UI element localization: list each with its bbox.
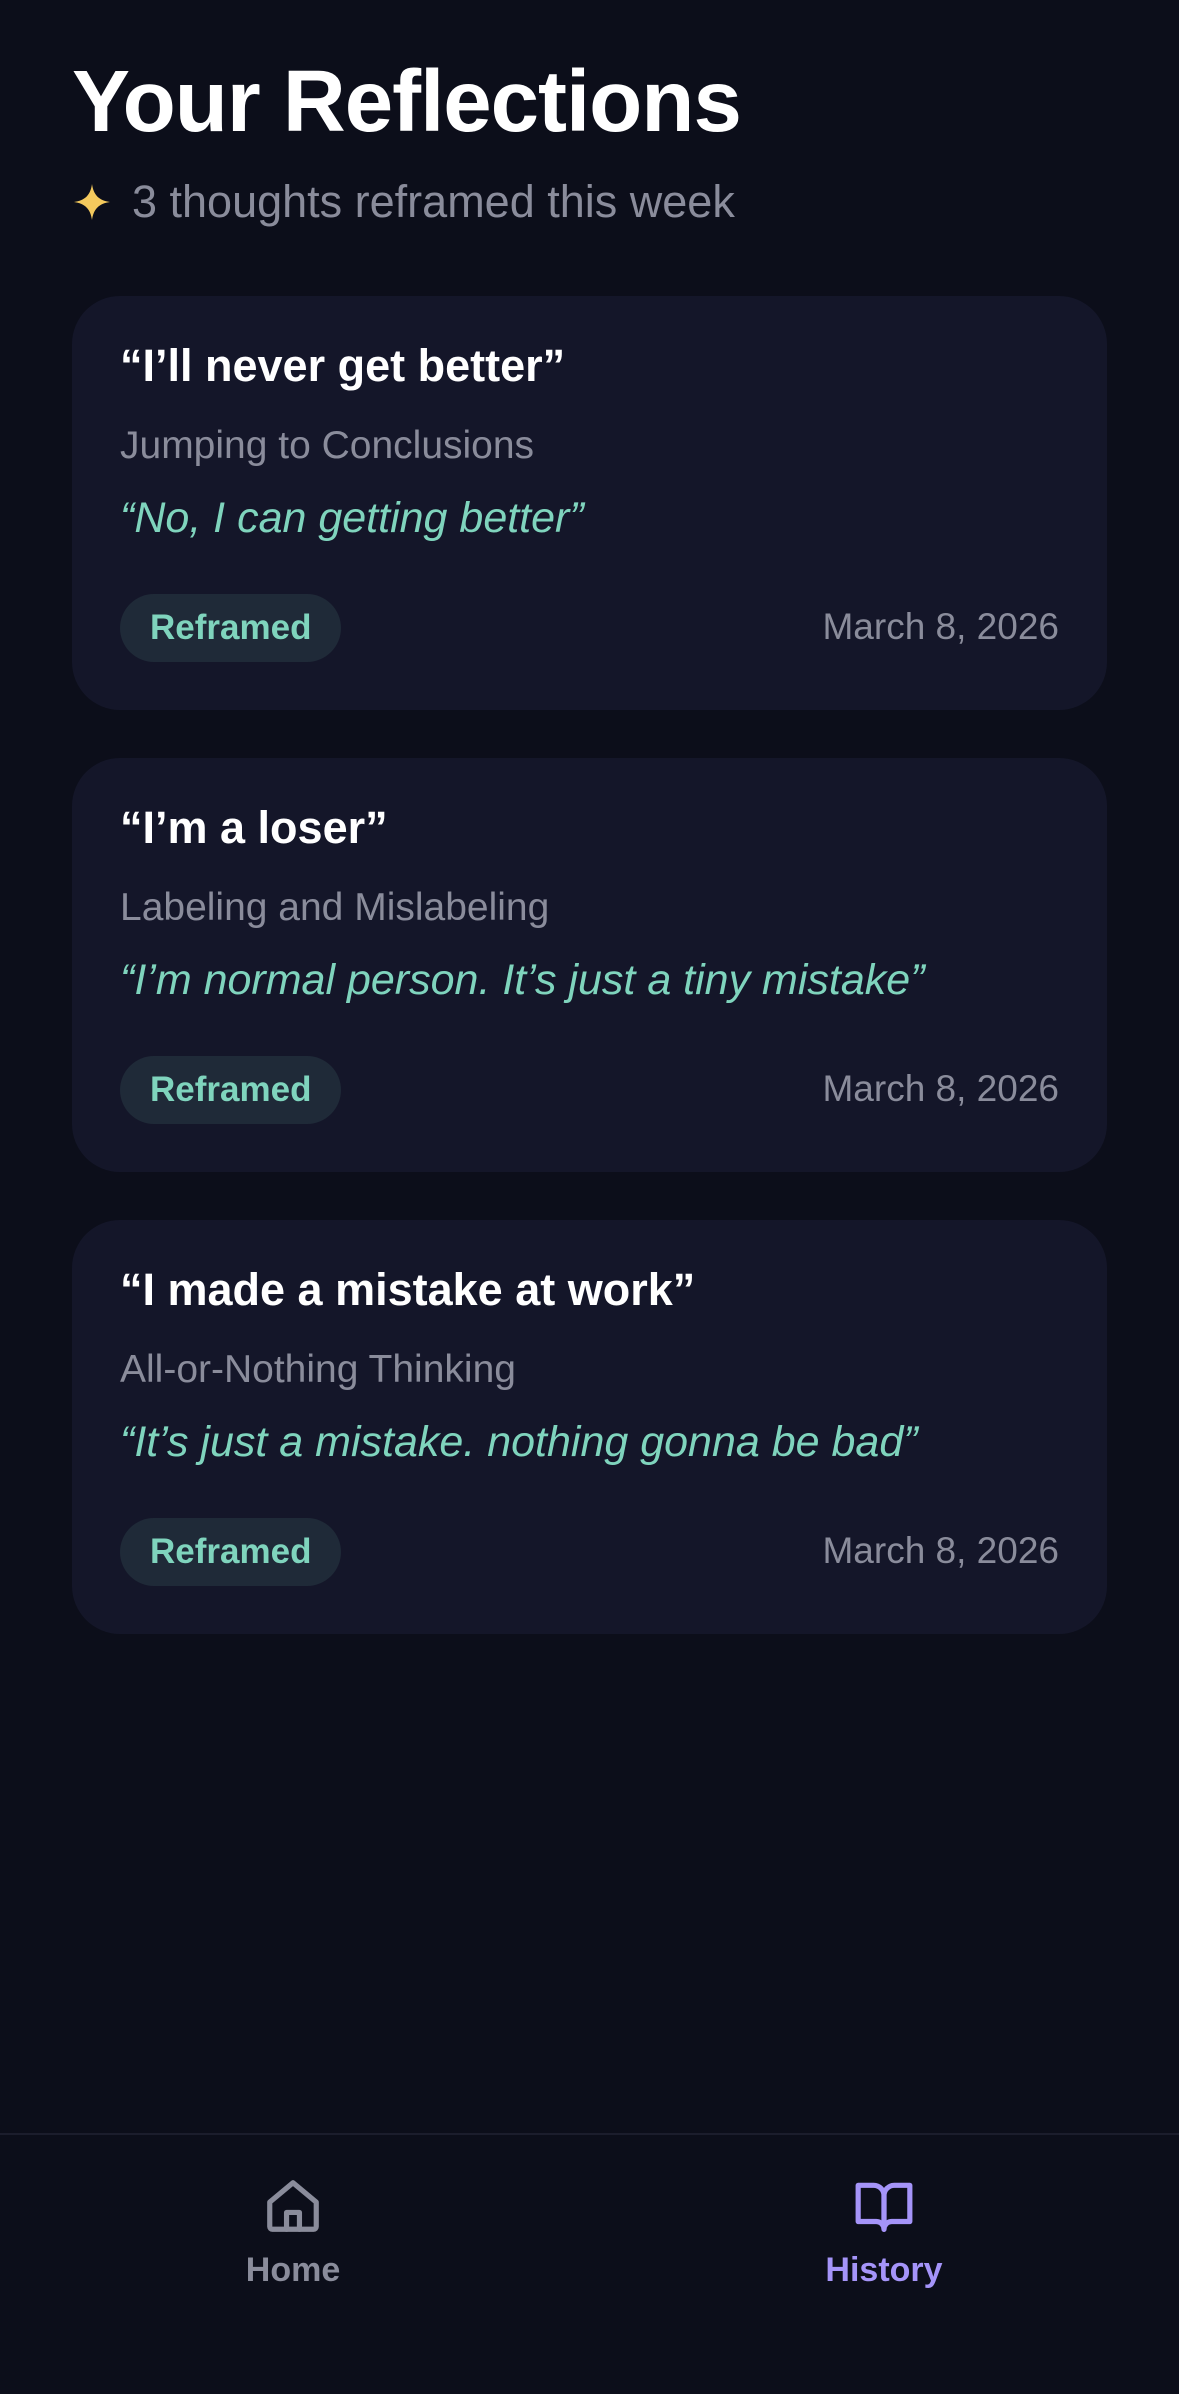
distortion-label: Jumping to Conclusions — [120, 424, 535, 467]
nav-item-history[interactable]: History — [764, 2175, 1004, 2290]
status-badge: Reframed — [120, 1056, 342, 1124]
thought-text: “I’ll never get better” — [120, 340, 566, 391]
nav-item-home[interactable]: Home — [173, 2175, 413, 2290]
bottom-nav: Home History — [0, 2133, 1179, 2394]
reflection-card[interactable]: “I’m a loser” Labeling and Mislabeling “… — [72, 758, 1107, 1172]
page-title: Your Reflections — [72, 53, 742, 150]
thought-text: “I’m a loser” — [120, 802, 388, 853]
home-icon — [267, 2180, 319, 2232]
reframe-text: “It’s just a mistake. nothing gonna be b… — [120, 1418, 918, 1466]
nav-label-history: History — [825, 2251, 943, 2289]
nav-label-home: Home — [245, 2251, 341, 2289]
reframe-text: “No, I can getting better” — [120, 494, 584, 542]
sparkle-icon — [74, 184, 110, 220]
distortion-label: All-or-Nothing Thinking — [120, 1348, 516, 1391]
reframe-text: “I’m normal person. It’s just a tiny mis… — [120, 956, 925, 1004]
reflection-card[interactable]: “I’ll never get better” Jumping to Concl… — [72, 296, 1107, 710]
status-badge: Reframed — [120, 594, 342, 662]
reflection-date: March 8, 2026 — [822, 1068, 1059, 1109]
page-header: Your Reflections 3 thoughts reframed thi… — [72, 48, 1107, 228]
book-icon — [855, 2182, 913, 2232]
week-summary-text: 3 thoughts reframed this week — [132, 176, 735, 227]
status-badge: Reframed — [120, 1518, 342, 1586]
reflection-list: “I’ll never get better” Jumping to Concl… — [72, 296, 1107, 1682]
reflection-date: March 8, 2026 — [822, 606, 1059, 647]
week-summary: 3 thoughts reframed this week — [72, 176, 1107, 228]
distortion-label: Labeling and Mislabeling — [120, 886, 550, 929]
reflection-date: March 8, 2026 — [822, 1530, 1059, 1571]
reflection-card[interactable]: “I made a mistake at work” All-or-Nothin… — [72, 1220, 1107, 1634]
thought-text: “I made a mistake at work” — [120, 1264, 696, 1315]
